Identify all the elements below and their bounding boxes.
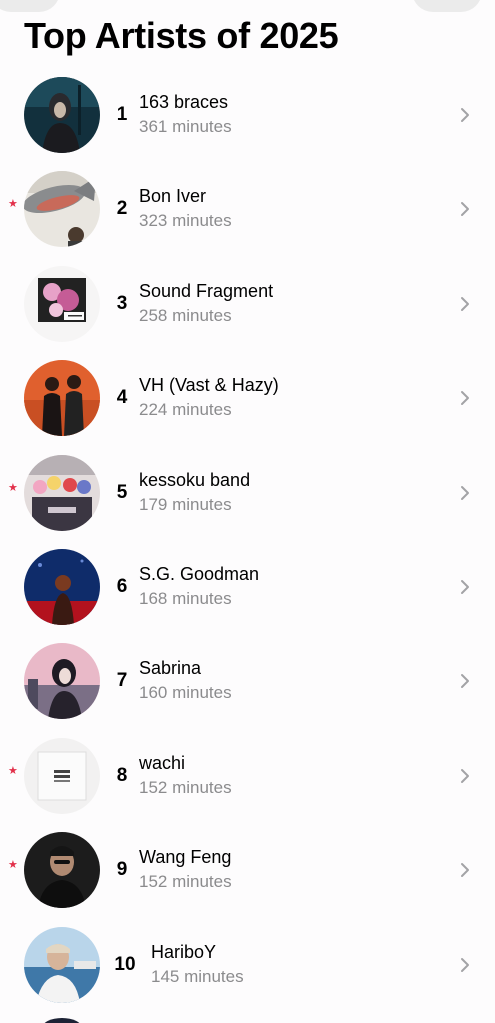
artist-rank: 7 xyxy=(116,670,128,692)
star-icon: ★ xyxy=(8,481,18,494)
artist-name: Bon Iver xyxy=(139,186,207,207)
artist-row-10[interactable]: 10 HariboY 145 minutes xyxy=(0,918,495,1012)
artist-rank: 10 xyxy=(114,953,136,975)
artist-minutes: 224 minutes xyxy=(139,400,232,420)
artist-row-7[interactable]: 7 Sabrina 160 minutes xyxy=(0,634,495,728)
star-icon: ★ xyxy=(8,198,18,211)
artist-row-5[interactable]: ★ 5 kessoku band 179 minutes xyxy=(0,446,495,540)
artist-rank: 3 xyxy=(116,292,128,314)
chevron-right-icon xyxy=(461,768,469,783)
artist-minutes: 361 minutes xyxy=(139,117,232,136)
artist-minutes: 152 minutes xyxy=(139,872,232,892)
artist-avatar xyxy=(24,454,100,531)
artist-rank: 2 xyxy=(116,198,128,220)
artist-minutes: 145 minutes xyxy=(151,966,244,986)
chevron-right-icon xyxy=(461,674,469,689)
artist-rank: 5 xyxy=(116,481,128,503)
chevron-right-icon xyxy=(461,108,469,122)
artist-name: Sound Fragment xyxy=(139,280,274,301)
chevron-right-icon xyxy=(461,202,469,217)
artist-row-9[interactable]: ★ 9 Wang Feng 152 minutes xyxy=(0,823,495,917)
artist-minutes: 179 minutes xyxy=(139,494,232,514)
artist-minutes: 323 minutes xyxy=(139,211,232,231)
more-button[interactable] xyxy=(412,0,482,12)
chevron-right-icon xyxy=(461,391,469,406)
star-icon: ★ xyxy=(8,764,18,777)
artist-row-8[interactable]: ★ 8 wachi 152 minutes xyxy=(0,729,495,823)
artist-avatar xyxy=(24,265,100,342)
top-artists-screen: Top Artists of 2025 1 163 braces 361 min… xyxy=(0,0,495,1023)
artist-avatar xyxy=(24,548,100,625)
artist-list: 1 163 braces 361 minutes ★ 2 Bon Iver 32… xyxy=(0,68,495,1012)
artist-name: HariboY xyxy=(151,941,217,962)
artist-rank: 4 xyxy=(116,387,128,409)
artist-avatar xyxy=(24,832,100,909)
artist-minutes: 152 minutes xyxy=(139,777,232,797)
chevron-right-icon xyxy=(461,863,469,878)
artist-avatar xyxy=(24,926,100,1003)
artist-row-4[interactable]: 4 VH (Vast & Hazy) 224 minutes xyxy=(0,351,495,445)
page-title: Top Artists of 2025 xyxy=(24,15,339,56)
artist-avatar xyxy=(24,171,100,248)
artist-rank: 6 xyxy=(116,575,128,597)
back-button[interactable] xyxy=(0,0,60,12)
star-icon: ★ xyxy=(8,859,18,872)
next-artist-avatar-peek xyxy=(42,1018,82,1023)
chevron-right-icon xyxy=(461,957,469,972)
artist-avatar xyxy=(24,643,100,720)
artist-name: kessoku band xyxy=(139,469,251,490)
artist-avatar xyxy=(24,77,100,153)
artist-row-2[interactable]: ★ 2 Bon Iver 323 minutes xyxy=(0,162,495,256)
artist-name: wachi xyxy=(139,752,186,773)
artist-row-3[interactable]: 3 Sound Fragment 258 minutes xyxy=(0,257,495,351)
artist-name: Wang Feng xyxy=(139,847,232,868)
chevron-right-icon xyxy=(461,485,469,500)
artist-name: Sabrina xyxy=(139,658,202,679)
artist-avatar xyxy=(24,737,100,814)
chevron-right-icon xyxy=(461,579,469,594)
artist-row-6[interactable]: 6 S.G. Goodman 168 minutes xyxy=(0,540,495,634)
artist-name: 163 braces xyxy=(139,92,229,112)
artist-minutes: 258 minutes xyxy=(139,305,232,325)
artist-avatar xyxy=(24,360,100,437)
artist-minutes: 168 minutes xyxy=(139,588,232,608)
artist-rank: 8 xyxy=(116,764,128,786)
artist-name: VH (Vast & Hazy) xyxy=(139,375,279,396)
artist-rank: 1 xyxy=(116,104,128,125)
artist-rank: 9 xyxy=(116,859,128,881)
artist-row-1[interactable]: 1 163 braces 361 minutes xyxy=(0,68,495,162)
artist-minutes: 160 minutes xyxy=(139,683,232,703)
artist-name: S.G. Goodman xyxy=(139,563,260,584)
chevron-right-icon xyxy=(461,296,469,311)
